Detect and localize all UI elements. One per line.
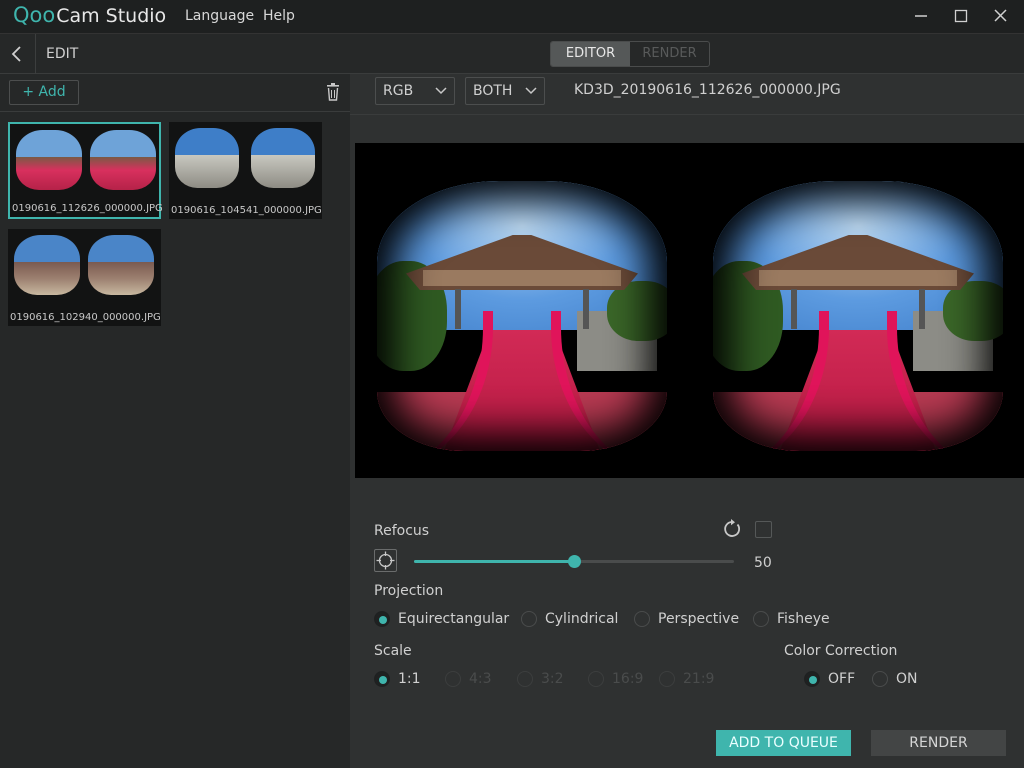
- radio-label: 16:9: [612, 671, 644, 687]
- app-logo: Qoo Cam Studio: [13, 3, 166, 29]
- thumbnail-image: [90, 130, 156, 190]
- color-mode-value: RGB: [383, 83, 414, 99]
- menu-help[interactable]: Help: [263, 8, 295, 24]
- logo-qoo: Qoo: [13, 3, 56, 27]
- tab-render[interactable]: RENDER: [630, 42, 709, 66]
- radio-dot: [374, 671, 390, 687]
- render-button[interactable]: RENDER: [871, 730, 1006, 756]
- color-correction-on[interactable]: ON: [872, 671, 918, 687]
- scale-label: Scale: [374, 643, 412, 659]
- back-button[interactable]: [8, 43, 26, 65]
- right-eye-view: [713, 181, 1003, 451]
- thumbnail-item[interactable]: 0190616_104541_000000.JPG: [169, 122, 322, 219]
- radio-dot: [804, 671, 820, 687]
- crosshair-icon: [376, 551, 395, 570]
- eye-mode-select[interactable]: BOTH: [465, 77, 545, 105]
- focus-target-button[interactable]: [374, 549, 397, 572]
- radio-label: Equirectangular: [398, 611, 510, 627]
- maximize-icon: [954, 9, 968, 23]
- chevron-left-icon: [11, 46, 21, 62]
- projection-label: Projection: [374, 583, 444, 599]
- reset-button[interactable]: [722, 519, 742, 539]
- divider: [35, 34, 36, 74]
- close-icon: [994, 9, 1007, 22]
- add-button[interactable]: + Add: [9, 80, 79, 105]
- page-title: EDIT: [46, 46, 79, 62]
- scale-3-2: 3:2: [517, 671, 564, 687]
- projection-perspective[interactable]: Perspective: [634, 611, 739, 627]
- radio-label: 3:2: [541, 671, 564, 687]
- chevron-down-icon: [435, 87, 447, 95]
- projection-fisheye[interactable]: Fisheye: [753, 611, 830, 627]
- refocus-checkbox[interactable]: [755, 521, 772, 538]
- thumbnail-item[interactable]: 0190616_112626_000000.JPG: [8, 122, 163, 219]
- radio-dot: [521, 611, 537, 627]
- refocus-slider[interactable]: [414, 555, 734, 568]
- mode-switch: EDITOR RENDER: [550, 41, 710, 67]
- thumbnail-name: 0190616_112626_000000.JPG: [12, 203, 163, 214]
- logo-studio: Studio: [105, 5, 167, 27]
- radio-dot: [517, 671, 533, 687]
- title-bar: Qoo Cam Studio Language Help: [0, 0, 1024, 33]
- image-preview[interactable]: [355, 143, 1024, 478]
- radio-label: ON: [896, 671, 918, 687]
- color-mode-select[interactable]: RGB: [375, 77, 455, 105]
- radio-label: Fisheye: [777, 611, 830, 627]
- radio-label: 21:9: [683, 671, 715, 687]
- scale-16-9: 16:9: [588, 671, 643, 687]
- menu-language[interactable]: Language: [185, 8, 254, 24]
- color-correction-label: Color Correction: [784, 643, 898, 659]
- divider: [350, 114, 1024, 115]
- file-name: KD3D_20190616_112626_000000.JPG: [574, 82, 841, 98]
- editor-panel: RGB BOTH KD3D_20190616_112626_000000.JPG: [350, 74, 1024, 768]
- radio-label: 4:3: [469, 671, 492, 687]
- radio-dot: [753, 611, 769, 627]
- library-panel: + Add 0190616_112626_000000.JPG 0190616_…: [0, 74, 350, 768]
- edit-bar: EDIT EDITOR RENDER: [0, 33, 1024, 74]
- scale-21-9: 21:9: [659, 671, 714, 687]
- left-eye-view: [377, 181, 667, 451]
- thumbnail-item[interactable]: 0190616_102940_000000.JPG: [8, 229, 161, 326]
- thumbnail-image: [175, 128, 239, 188]
- refocus-value: 50: [754, 555, 772, 571]
- scale-4-3: 4:3: [445, 671, 492, 687]
- slider-fill: [414, 560, 574, 563]
- radio-label: Cylindrical: [545, 611, 619, 627]
- thumbnail-image: [251, 128, 315, 188]
- divider: [0, 111, 350, 112]
- radio-label: OFF: [828, 671, 856, 687]
- radio-dot: [588, 671, 604, 687]
- projection-equirectangular[interactable]: Equirectangular: [374, 611, 509, 627]
- trash-icon: [327, 83, 339, 101]
- radio-label: 1:1: [398, 671, 421, 687]
- slider-handle[interactable]: [568, 555, 581, 568]
- delete-button[interactable]: [324, 82, 342, 102]
- minimize-icon: [915, 15, 927, 17]
- close-button[interactable]: [989, 5, 1013, 27]
- radio-dot: [659, 671, 675, 687]
- radio-dot: [445, 671, 461, 687]
- refocus-label: Refocus: [374, 523, 430, 539]
- radio-label: Perspective: [658, 611, 740, 627]
- tab-editor[interactable]: EDITOR: [551, 42, 630, 66]
- scale-1-1[interactable]: 1:1: [374, 671, 421, 687]
- chevron-down-icon: [525, 87, 537, 95]
- maximize-button[interactable]: [949, 5, 973, 27]
- projection-cylindrical[interactable]: Cylindrical: [521, 611, 618, 627]
- thumbnail-image: [16, 130, 82, 190]
- radio-dot: [872, 671, 888, 687]
- thumbnail-name: 0190616_102940_000000.JPG: [10, 312, 161, 323]
- logo-cam: Cam: [56, 5, 100, 27]
- add-to-queue-button[interactable]: ADD TO QUEUE: [716, 730, 851, 756]
- radio-dot: [374, 611, 390, 627]
- minimize-button[interactable]: [909, 5, 933, 27]
- thumbnail-image: [88, 235, 154, 295]
- color-correction-off[interactable]: OFF: [804, 671, 855, 687]
- radio-dot: [634, 611, 650, 627]
- refresh-icon: [724, 519, 741, 537]
- eye-mode-value: BOTH: [473, 83, 513, 99]
- thumbnail-image: [14, 235, 80, 295]
- thumbnail-name: 0190616_104541_000000.JPG: [171, 205, 322, 216]
